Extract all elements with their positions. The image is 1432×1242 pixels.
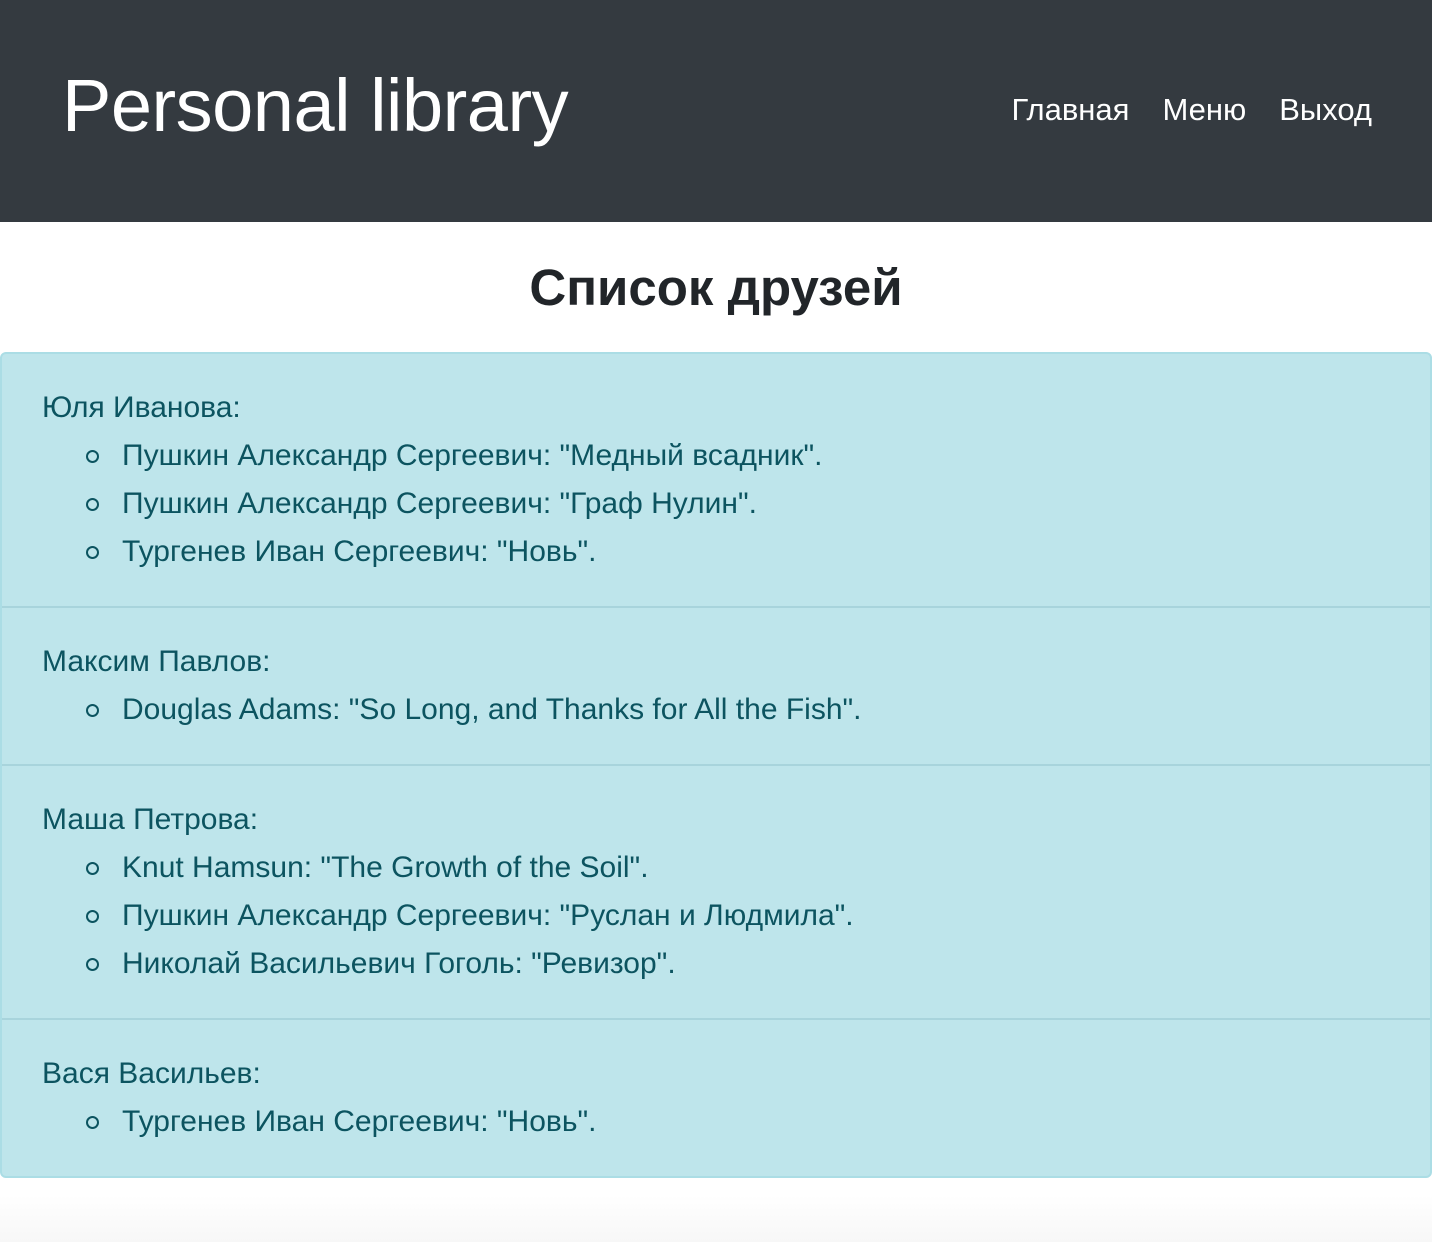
- circle-bullet-icon: [86, 1116, 99, 1129]
- friend-item: Вася Васильев: Тургенев Иван Сергеевич: …: [2, 1018, 1430, 1176]
- book-title: Пушкин Александр Сергеевич: "Граф Нулин"…: [122, 487, 757, 520]
- friend-name: Юля Иванова:: [42, 391, 241, 424]
- book-title: Пушкин Александр Сергеевич: "Руслан и Лю…: [122, 899, 854, 932]
- book-item: Douglas Adams: "So Long, and Thanks for …: [86, 686, 1390, 734]
- book-item: Пушкин Александр Сергеевич: "Граф Нулин"…: [86, 480, 1390, 528]
- circle-bullet-icon: [86, 546, 99, 559]
- friend-name: Вася Васильев:: [42, 1057, 261, 1090]
- book-item: Knut Hamsun: "The Growth of the Soil".: [86, 844, 1390, 892]
- page-title: Список друзей: [529, 259, 903, 316]
- circle-bullet-icon: [86, 958, 99, 971]
- circle-bullet-icon: [86, 704, 99, 717]
- book-item: Тургенев Иван Сергеевич: "Новь".: [86, 528, 1390, 576]
- book-title: Тургенев Иван Сергеевич: "Новь".: [122, 535, 597, 568]
- top-navbar: Personal library Главная Меню Выход: [0, 0, 1432, 222]
- friend-item: Маша Петрова: Knut Hamsun: "The Growth o…: [2, 764, 1430, 1018]
- book-list: Douglas Adams: "So Long, and Thanks for …: [42, 686, 1390, 734]
- friends-list: Юля Иванова: Пушкин Александр Сергеевич:…: [0, 352, 1432, 1178]
- book-item: Николай Васильевич Гоголь: "Ревизор".: [86, 940, 1390, 988]
- nav-link-home[interactable]: Главная: [1011, 92, 1129, 128]
- friend-name: Маша Петрова:: [42, 803, 259, 836]
- nav-links: Главная Меню Выход: [1011, 92, 1372, 128]
- book-title: Пушкин Александр Сергеевич: "Медный всад…: [122, 439, 823, 472]
- circle-bullet-icon: [86, 498, 99, 511]
- book-item: Пушкин Александр Сергеевич: "Медный всад…: [86, 432, 1390, 480]
- brand-link[interactable]: Personal library: [62, 62, 569, 150]
- circle-bullet-icon: [86, 450, 99, 463]
- book-title: Тургенев Иван Сергеевич: "Новь".: [122, 1105, 597, 1138]
- book-list: Knut Hamsun: "The Growth of the Soil". П…: [42, 844, 1390, 988]
- book-title: Douglas Adams: "So Long, and Thanks for …: [122, 693, 862, 726]
- book-list: Тургенев Иван Сергеевич: "Новь".: [42, 1098, 1390, 1146]
- book-title: Knut Hamsun: "The Growth of the Soil".: [122, 851, 649, 884]
- nav-link-menu[interactable]: Меню: [1162, 92, 1246, 128]
- friend-name: Максим Павлов:: [42, 645, 271, 678]
- circle-bullet-icon: [86, 910, 99, 923]
- nav-link-logout[interactable]: Выход: [1279, 92, 1372, 128]
- book-item: Тургенев Иван Сергеевич: "Новь".: [86, 1098, 1390, 1146]
- circle-bullet-icon: [86, 862, 99, 875]
- friend-item: Максим Павлов: Douglas Adams: "So Long, …: [2, 606, 1430, 764]
- friend-item: Юля Иванова: Пушкин Александр Сергеевич:…: [2, 354, 1430, 606]
- book-title: Николай Васильевич Гоголь: "Ревизор".: [122, 947, 676, 980]
- book-list: Пушкин Александр Сергеевич: "Медный всад…: [42, 432, 1390, 576]
- book-item: Пушкин Александр Сергеевич: "Руслан и Лю…: [86, 892, 1390, 940]
